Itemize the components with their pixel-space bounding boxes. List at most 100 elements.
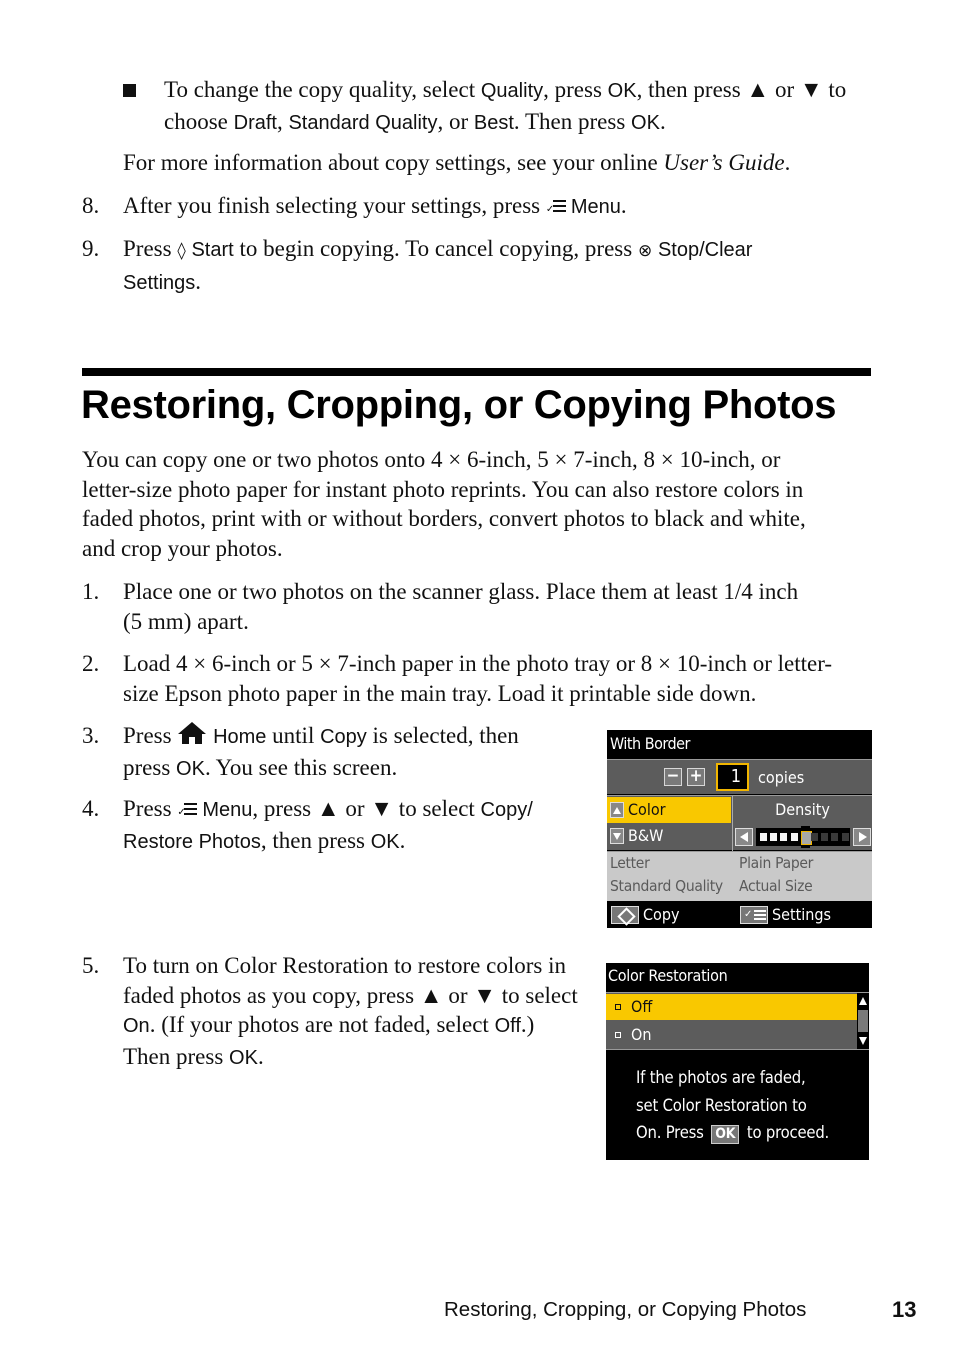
arrow-up-icon xyxy=(610,802,624,818)
keyword-copy-restore: Copy/ xyxy=(480,799,533,821)
step-4: 4. Press ✓ Menu, press ▲ or ▼ to select C… xyxy=(82,794,582,857)
density-step xyxy=(831,833,839,841)
text: Press xyxy=(123,236,178,261)
home-icon xyxy=(178,722,207,744)
text: On. Press xyxy=(636,1123,704,1142)
lcd-copy-screen: With Border − + 1 copies Color B&W Densi… xyxy=(607,730,872,928)
option-on[interactable]: On xyxy=(606,1022,857,1048)
option-color[interactable]: Color xyxy=(607,797,731,823)
size: Actual Size xyxy=(739,877,813,895)
menu-icon: ✓ xyxy=(546,198,568,215)
text: , then press ▲ or ▼ to xyxy=(636,77,847,102)
keyword-restore-photos: Restore Photos xyxy=(123,830,261,853)
color-density-panel: Color B&W Density xyxy=(607,795,872,851)
text-line: To turn on Color Restoration to restore … xyxy=(123,953,566,978)
lcd-title: Color Restoration xyxy=(608,966,728,985)
text: . You see this screen. xyxy=(204,754,398,780)
text-line: size Epson photo paper in the main tray.… xyxy=(123,680,757,706)
keyword-off: Off xyxy=(494,1015,521,1037)
quality: Standard Quality xyxy=(610,877,723,895)
menu-icon: ✓ xyxy=(177,801,199,818)
start-copy-icon xyxy=(611,906,639,924)
text: . xyxy=(257,1043,264,1069)
text: .) xyxy=(520,1012,535,1037)
text: . (If your photos are not faded, select xyxy=(149,1012,495,1037)
keyword-quality: Quality xyxy=(480,80,544,102)
text: until xyxy=(266,723,321,748)
keyword-stop-clear: Stop/Clear xyxy=(657,239,753,261)
step-number: 2. xyxy=(82,651,100,676)
text: . xyxy=(784,150,791,175)
text: to proceed. xyxy=(746,1123,830,1142)
density-slider[interactable] xyxy=(734,826,872,848)
text: After you finish selecting your settings… xyxy=(123,193,546,218)
density-step xyxy=(790,833,798,841)
keyword-home: Home xyxy=(213,726,267,748)
density-decrease-icon[interactable] xyxy=(735,828,753,846)
text: To change the copy quality, select xyxy=(164,77,481,102)
more-info-paragraph: For more information about copy settings… xyxy=(123,148,790,178)
step-number: 5. xyxy=(82,953,100,978)
keyword-settings: Settings xyxy=(123,271,196,294)
density-step xyxy=(841,833,849,841)
option-off[interactable]: Off xyxy=(606,994,857,1020)
density-step xyxy=(780,833,788,841)
density-step xyxy=(770,833,778,841)
copies-bar: − + 1 copies xyxy=(607,759,872,794)
text: , or xyxy=(437,108,474,134)
page-number: 13 xyxy=(892,1297,917,1322)
stop-icon: ⊗ xyxy=(637,241,653,261)
paper-size: Letter xyxy=(610,854,650,872)
scroll-thumb[interactable] xyxy=(858,1010,868,1032)
text-line: Place one or two photos on the scanner g… xyxy=(123,579,799,604)
lcd-title: With Border xyxy=(607,730,872,758)
text: Then press xyxy=(123,1043,230,1069)
plus-button[interactable]: + xyxy=(687,768,705,786)
keyword-menu: Menu xyxy=(570,196,621,218)
text-line: and crop your photos. xyxy=(82,535,283,561)
step-1: 1. Place one or two photos on the scanne… xyxy=(82,577,872,636)
text: For more information about copy settings… xyxy=(123,150,664,175)
settings-label: Settings xyxy=(772,905,832,924)
text-line: (5 mm) apart. xyxy=(123,608,249,634)
step-5: 5. To turn on Color Restoration to resto… xyxy=(82,951,602,1073)
running-footer-title: Restoring, Cropping, or Copying Photos xyxy=(444,1298,807,1321)
keyword-on: On xyxy=(123,1015,150,1037)
keyword-ok: OK xyxy=(370,830,400,853)
step-number: 9. xyxy=(82,236,100,261)
keyword-start: Start xyxy=(191,239,234,261)
step-2: 2. Load 4 × 6-inch or 5 × 7-inch paper i… xyxy=(82,649,882,708)
density-step xyxy=(821,833,829,841)
text-line: If the photos are faded, xyxy=(636,1068,806,1087)
text-line: faded photos as you copy, press ▲ or ▼ t… xyxy=(123,982,578,1008)
scrollbar[interactable] xyxy=(857,993,869,1049)
option-bw[interactable]: B&W xyxy=(607,823,731,849)
density-track[interactable] xyxy=(756,826,850,848)
text-line: set Color Restoration to xyxy=(636,1095,807,1115)
text: , xyxy=(276,108,289,134)
bullet-marker xyxy=(123,84,136,97)
text-line: faded photos, print with or without bord… xyxy=(82,506,806,531)
start-icon: ◊ xyxy=(177,241,186,261)
keyword-menu: Menu xyxy=(202,799,253,821)
arrow-down-icon xyxy=(610,828,624,844)
intro-paragraph: You can copy one or two photos onto 4 × … xyxy=(82,445,872,563)
radio-marker xyxy=(615,1032,621,1038)
text: press xyxy=(123,754,177,780)
text: choose xyxy=(164,108,234,134)
density-step xyxy=(811,833,818,841)
step-8: 8. After you finish selecting your setti… xyxy=(82,191,872,223)
copies-value[interactable]: 1 xyxy=(716,763,749,791)
text: , press ▲ or ▼ to select xyxy=(252,796,481,821)
option-label: Color xyxy=(628,800,666,819)
step-3: 3. Press Home until Copy is selected, th… xyxy=(82,721,582,784)
copies-label: copies xyxy=(758,768,805,787)
text: , press xyxy=(543,77,608,102)
option-label: Off xyxy=(631,997,653,1016)
bullet-copy-quality: To change the copy quality, select Quali… xyxy=(164,75,884,138)
minus-button[interactable]: − xyxy=(664,768,682,786)
density-increase-icon[interactable] xyxy=(853,828,871,846)
lcd-color-restoration-screen: Color Restoration Off On If the photos a… xyxy=(606,963,869,1160)
restoration-options: Off On xyxy=(606,992,869,1050)
settings-menu-icon: ✓ xyxy=(740,906,768,924)
